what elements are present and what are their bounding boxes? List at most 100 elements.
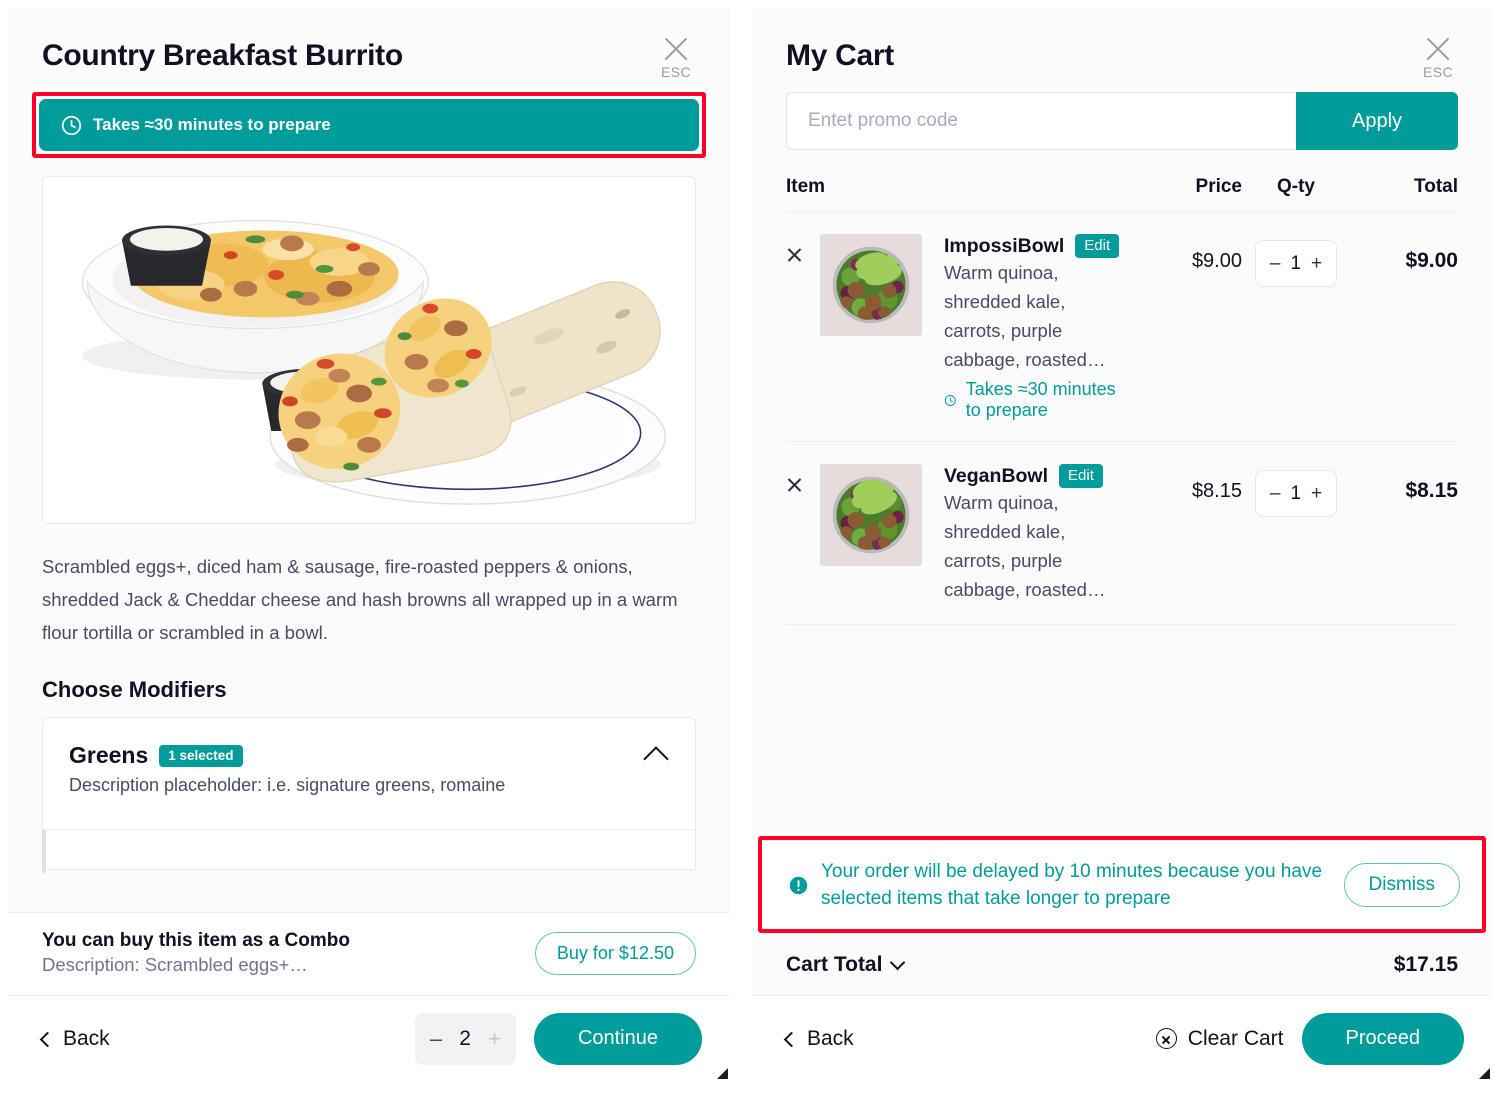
prep-banner-text: Takes ≈30 minutes to prepare bbox=[93, 115, 331, 134]
modifier-group-next[interactable] bbox=[42, 830, 696, 870]
item-name: ImpossiBowl bbox=[944, 234, 1065, 257]
item-quantity-stepper[interactable]: – 1 + bbox=[1242, 234, 1350, 287]
apply-promo-button[interactable]: Apply bbox=[1296, 92, 1458, 150]
chevron-up-icon[interactable] bbox=[643, 745, 669, 772]
bowl-photo-illustration bbox=[820, 464, 922, 566]
item-panel-header: Country Breakfast Burrito ESC bbox=[8, 8, 730, 80]
modifier-group-description: Description placeholder: i.e. signature … bbox=[69, 775, 506, 795]
prep-banner-highlight: Takes ≈30 minutes to prepare bbox=[32, 92, 706, 158]
quantity-decrease-button[interactable]: – bbox=[430, 1027, 442, 1050]
esc-label: ESC bbox=[661, 64, 691, 80]
cart-panel-footer: Back Clear Cart Proceed bbox=[752, 995, 1492, 1081]
cart-total-value: $17.15 bbox=[1393, 953, 1458, 976]
table-row: ImpossiBowl Edit Warm quinoa, shredded k… bbox=[786, 212, 1458, 442]
table-row: VeganBowl Edit Warm quinoa, shredded kal… bbox=[786, 442, 1458, 625]
resize-handle-icon[interactable] bbox=[1479, 1068, 1490, 1079]
promo-code-row: Apply bbox=[786, 92, 1458, 150]
quantity-value: 1 bbox=[1290, 482, 1302, 504]
prep-time-banner: Takes ≈30 minutes to prepare bbox=[39, 99, 699, 151]
app-stage: Country Breakfast Burrito ESC Takes ≈30 … bbox=[0, 0, 1500, 1097]
esc-label: ESC bbox=[1423, 64, 1453, 80]
close-icon bbox=[661, 33, 691, 63]
combo-subtitle: Description: Scrambled eggs+… bbox=[42, 954, 308, 975]
item-photo bbox=[42, 176, 696, 524]
modifiers-scroll-area[interactable]: Greens 1 selected Description placeholde… bbox=[42, 717, 696, 912]
delay-alert-text: Your order will be delayed by 10 minutes… bbox=[821, 861, 1323, 909]
back-button[interactable]: Back bbox=[39, 1026, 110, 1051]
cart-total-label: Cart Total bbox=[786, 953, 883, 976]
item-price: $8.15 bbox=[1191, 480, 1242, 502]
remove-item-button[interactable] bbox=[786, 464, 820, 484]
quantity-stepper[interactable]: – 2 + bbox=[414, 1012, 516, 1065]
circle-x-icon bbox=[1155, 1028, 1177, 1049]
quantity-decrease-button[interactable]: – bbox=[1270, 484, 1281, 503]
quantity-increase-button[interactable]: + bbox=[1311, 484, 1322, 503]
item-price: $9.00 bbox=[1191, 250, 1242, 272]
burrito-photo-illustration bbox=[43, 178, 695, 522]
quantity-increase-button[interactable]: + bbox=[1311, 254, 1322, 273]
quantity-decrease-button[interactable]: – bbox=[1270, 254, 1281, 273]
column-header-qty: Q-ty bbox=[1277, 176, 1315, 197]
item-prep-note-text: Takes ≈30 minutes to prepare bbox=[965, 379, 1116, 420]
cart-items-table: Item Price Q-ty Total ImpossiBowl Edit W… bbox=[786, 150, 1458, 836]
cart-total-toggle[interactable]: Cart Total bbox=[786, 953, 906, 977]
modifier-group-greens[interactable]: Greens 1 selected Description placeholde… bbox=[42, 717, 696, 830]
item-line-total: $9.00 bbox=[1405, 249, 1458, 272]
quantity-increase-button[interactable]: + bbox=[488, 1027, 501, 1050]
edit-item-button[interactable]: Edit bbox=[1075, 234, 1120, 258]
table-header-row: Item Price Q-ty Total bbox=[786, 150, 1458, 212]
back-button[interactable]: Back bbox=[783, 1026, 854, 1051]
dismiss-alert-button[interactable]: Dismiss bbox=[1343, 863, 1460, 907]
bowl-photo-illustration bbox=[820, 234, 922, 336]
chevron-down-icon bbox=[890, 954, 906, 971]
item-info: ImpossiBowl Edit Warm quinoa, shredded k… bbox=[944, 234, 1124, 421]
item-detail-panel: Country Breakfast Burrito ESC Takes ≈30 … bbox=[8, 8, 730, 1081]
exclamation-circle-icon bbox=[789, 876, 808, 894]
promo-code-input[interactable] bbox=[786, 92, 1296, 150]
item-prep-note: Takes ≈30 minutes to prepare bbox=[944, 379, 1124, 421]
delay-alert: Your order will be delayed by 10 minutes… bbox=[762, 840, 1482, 929]
item-info: VeganBowl Edit Warm quinoa, shredded kal… bbox=[944, 464, 1124, 604]
delay-alert-highlight: Your order will be delayed by 10 minutes… bbox=[758, 836, 1486, 933]
item-description: Warm quinoa, shredded kale, carrots, pur… bbox=[944, 262, 1106, 370]
item-description: Scrambled eggs+, diced ham & sausage, fi… bbox=[42, 556, 678, 643]
item-panel-footer: Back – 2 + Continue bbox=[8, 995, 730, 1081]
status-badge: 1 selected bbox=[159, 744, 243, 767]
modifiers-heading: Choose Modifiers bbox=[42, 677, 227, 702]
quantity-value: 2 bbox=[459, 1026, 471, 1050]
continue-button[interactable]: Continue bbox=[533, 1012, 702, 1065]
item-name: VeganBowl bbox=[944, 464, 1049, 487]
cart-panel-header: My Cart ESC bbox=[752, 8, 1492, 80]
cart-title: My Cart bbox=[786, 39, 894, 72]
clear-cart-button[interactable]: Clear Cart bbox=[1155, 1026, 1284, 1051]
chevron-left-icon bbox=[39, 1031, 56, 1047]
combo-title: You can buy this item as a Combo bbox=[42, 930, 350, 951]
close-item-panel-button[interactable]: ESC bbox=[652, 33, 700, 80]
chevron-left-icon bbox=[783, 1031, 800, 1047]
item-description: Warm quinoa, shredded kale, carrots, pur… bbox=[944, 492, 1106, 600]
page-title: Country Breakfast Burrito bbox=[42, 39, 403, 72]
edit-item-button[interactable]: Edit bbox=[1059, 464, 1103, 488]
item-thumbnail bbox=[820, 464, 922, 566]
modifier-group-name: Greens bbox=[69, 742, 149, 768]
close-icon bbox=[1423, 33, 1453, 63]
cart-total-row: Cart Total $17.15 bbox=[752, 933, 1492, 995]
resize-handle-icon[interactable] bbox=[717, 1068, 728, 1079]
combo-upsell-bar: You can buy this item as a Combo Descrip… bbox=[8, 912, 730, 995]
column-header-item: Item bbox=[786, 176, 826, 197]
buy-combo-button[interactable]: Buy for $12.50 bbox=[534, 931, 696, 975]
remove-item-button[interactable] bbox=[786, 234, 820, 254]
clear-cart-label: Clear Cart bbox=[1187, 1026, 1284, 1050]
close-cart-panel-button[interactable]: ESC bbox=[1414, 33, 1462, 80]
cart-panel: My Cart ESC Apply Item Price Q-ty Total bbox=[752, 8, 1492, 1081]
item-thumbnail bbox=[820, 234, 922, 336]
item-line-total: $8.15 bbox=[1405, 479, 1458, 502]
proceed-button[interactable]: Proceed bbox=[1301, 1012, 1464, 1065]
back-button-label: Back bbox=[807, 1026, 854, 1050]
column-header-total: Total bbox=[1414, 176, 1458, 197]
back-button-label: Back bbox=[63, 1026, 110, 1050]
clock-icon bbox=[944, 394, 956, 406]
clock-icon bbox=[61, 115, 82, 135]
item-quantity-stepper[interactable]: – 1 + bbox=[1242, 464, 1350, 517]
quantity-value: 1 bbox=[1290, 252, 1302, 274]
